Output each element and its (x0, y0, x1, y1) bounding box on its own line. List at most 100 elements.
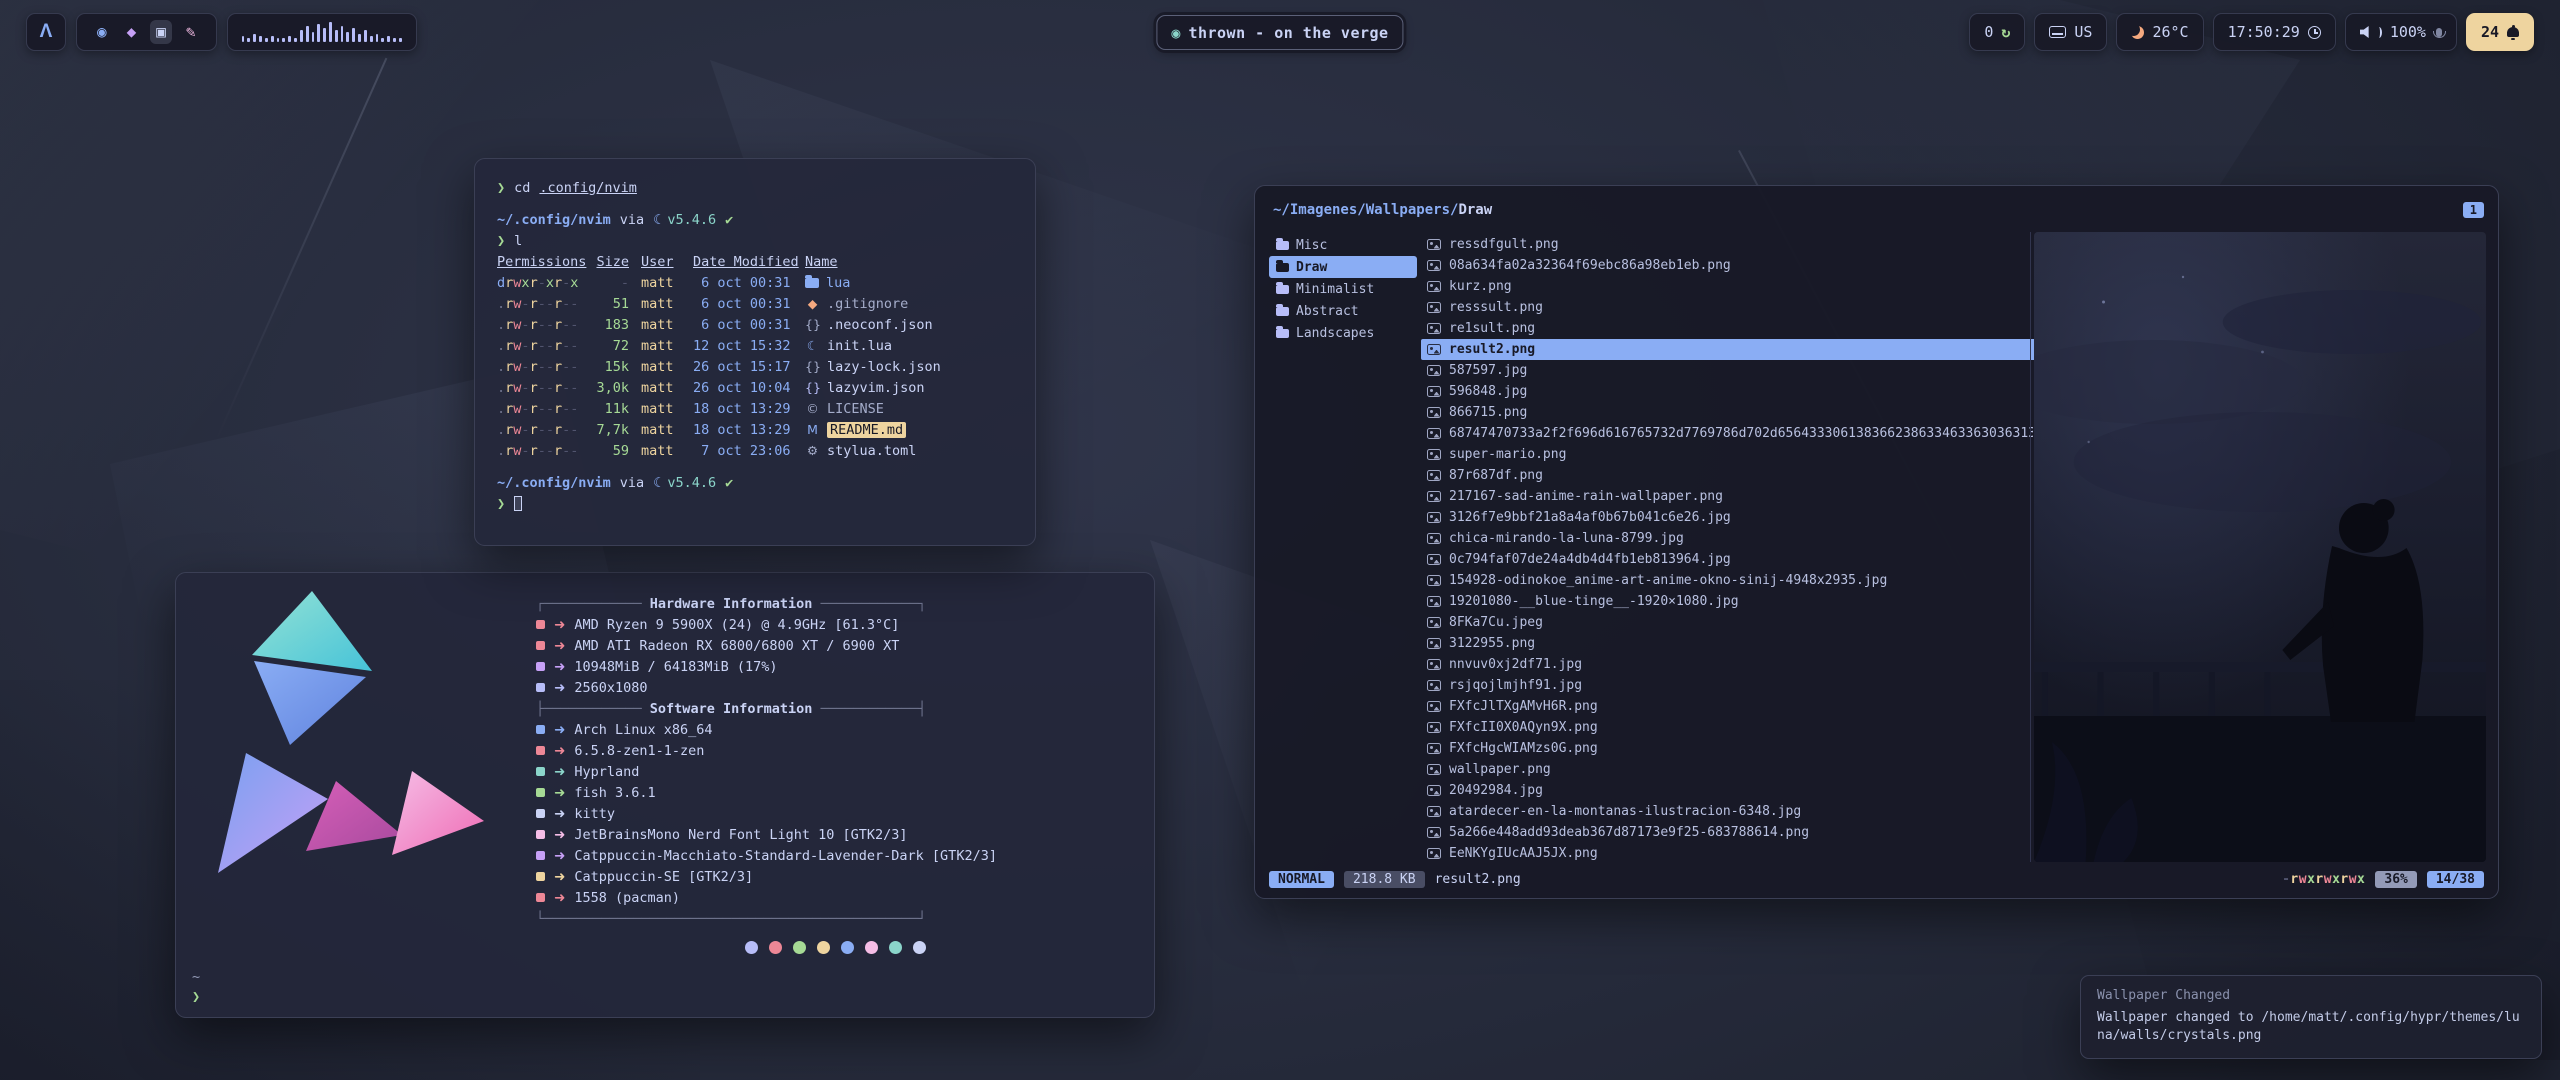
file-item[interactable]: 3126f7e9bbf21a8a4af0b67b041c6e26.jpg (1421, 507, 2039, 528)
file-item[interactable]: wallpaper.png (1421, 759, 2039, 780)
ls-row: .rw-r--r--183matt 6 oct 00:31{}.neoconf.… (497, 314, 1013, 335)
folder-name: Minimalist (1296, 282, 1374, 297)
image-file-icon (1427, 743, 1441, 754)
terminal-command-line: ❯cd.config/nvim (497, 177, 1013, 198)
file-item[interactable]: FXfcJlTXgAMvH6R.png (1421, 696, 2039, 717)
file-item[interactable]: 866715.png (1421, 402, 2039, 423)
file-item[interactable]: 3122955.png (1421, 633, 2039, 654)
file-item[interactable]: ressdfgult.png (1421, 234, 2039, 255)
file-item[interactable]: re1sult.png (1421, 318, 2039, 339)
file-name: lazyvim.json (827, 380, 925, 396)
file-item[interactable]: 68747470733a2f2f696d616765732d7769786d70… (1421, 423, 2039, 444)
arrow-icon: ➜ (554, 638, 565, 654)
visualizer-bar (376, 34, 379, 42)
file-item[interactable]: 596848.jpg (1421, 381, 2039, 402)
weather-module[interactable]: 26°C (2116, 13, 2203, 51)
info-text: Hyprland (574, 764, 639, 780)
workspace-button-1[interactable]: ◉ (91, 20, 113, 44)
sidebar-folder-landscapes[interactable]: Landscapes (1269, 322, 1417, 344)
keyboard-layout-module[interactable]: US (2034, 13, 2107, 51)
file-name: 68747470733a2f2f696d616765732d7769786d70… (1449, 426, 2033, 441)
file-name: resssult.png (1449, 300, 1543, 315)
file-item[interactable]: 8FKa7Cu.jpeg (1421, 612, 2039, 633)
file-item[interactable]: 154928-odinokoe_anime-art-anime-okno-sin… (1421, 570, 2039, 591)
prompt-path: ~/.config/nvim (497, 475, 611, 491)
tool-version: v5.4.6 (667, 212, 716, 228)
visualizer-bar (259, 36, 262, 42)
file-item[interactable]: FXfcII0X0AQyn9X.png (1421, 717, 2039, 738)
notification-popup[interactable]: Wallpaper Changed Wallpaper changed to /… (2080, 975, 2542, 1059)
file-item[interactable]: atardecer-en-la-montanas-ilustracion-634… (1421, 801, 2039, 822)
music-icon: ◉ (1171, 24, 1180, 42)
sidebar-folder-misc[interactable]: Misc (1269, 234, 1417, 256)
image-file-icon (1427, 365, 1441, 376)
palette-dot (865, 941, 878, 954)
file-name: result2.png (1449, 342, 1535, 357)
file-item[interactable]: 0c794faf07de24a4db4d4fb1eb813964.jpg (1421, 549, 2039, 570)
terminal-command-line: ❯l (497, 230, 1013, 251)
file-item[interactable]: result2.png (1421, 339, 2039, 360)
workspace-button-4[interactable]: ✎ (180, 20, 202, 44)
info-line: ➜Arch Linux x86_64 (536, 719, 1134, 740)
font-icon (536, 830, 545, 839)
file-name: .gitignore (827, 296, 908, 312)
folder-icon (1276, 263, 1289, 272)
clock-module[interactable]: 17:50:29 (2213, 13, 2336, 51)
file-item[interactable]: FXfcHgcWIAMzs0G.png (1421, 738, 2039, 759)
file-item[interactable]: 19201080-__blue-tinge__-1920×1080.jpg (1421, 591, 2039, 612)
info-line: ➜10948MiB / 64183MiB (17%) (536, 656, 1134, 677)
file-list-pane: ressdfgult.png08a634fa02a32364f69ebc86a9… (1421, 234, 2039, 860)
sidebar-folder-abstract[interactable]: Abstract (1269, 300, 1417, 322)
folder-icon (1276, 307, 1289, 316)
file-name: 8FKa7Cu.jpeg (1449, 615, 1543, 630)
sidebar-folder-draw[interactable]: Draw (1269, 256, 1417, 278)
parent-directory-pane: MiscDraw Minimalist AbstractLandscapes (1269, 234, 1417, 860)
file-item[interactable]: 5a266e448add93deab367d87173e9f25-6837886… (1421, 822, 2039, 843)
image-file-icon (1427, 659, 1441, 670)
notifications-module[interactable]: 24 (2466, 13, 2534, 51)
status-filename: result2.png (1435, 872, 1521, 887)
file-item[interactable]: 87r687df.png (1421, 465, 2039, 486)
file-item[interactable]: 217167-sad-anime-rain-wallpaper.png (1421, 486, 2039, 507)
sidebar-folder-minimalist[interactable]: Minimalist (1269, 278, 1417, 300)
file-item[interactable]: kurz.png (1421, 276, 2039, 297)
music-module[interactable]: ◉ thrown - on the verge (1156, 15, 1403, 50)
file-item[interactable]: nnvuv0xj2df71.jpg (1421, 654, 2039, 675)
file-item[interactable]: resssult.png (1421, 297, 2039, 318)
speaker-wave-icon (2376, 27, 2382, 38)
folder-icon (1276, 329, 1289, 338)
palette-dot (817, 941, 830, 954)
fetch-shell-prompt[interactable]: ~ ❯ (192, 967, 200, 1007)
volume-module[interactable]: 100% (2345, 13, 2457, 51)
lua-icon: ☾ (653, 212, 661, 228)
notification-count: 24 (2481, 23, 2499, 41)
file-item[interactable]: 587597.jpg (1421, 360, 2039, 381)
lua-icon: ☾ (805, 338, 820, 353)
palette-dot (745, 941, 758, 954)
image-file-icon (1427, 848, 1441, 859)
tab-badge[interactable]: 1 (2463, 202, 2484, 218)
file-item[interactable]: 20492984.jpg (1421, 780, 2039, 801)
file-item[interactable]: chica-mirando-la-luna-8799.jpg (1421, 528, 2039, 549)
updates-module[interactable]: 0 ↻ (1969, 13, 2025, 51)
gpu-icon (536, 641, 545, 650)
ls-column-headers: PermissionsSizeUserDate ModifiedName (497, 251, 1013, 272)
workspace-button-3[interactable]: ▣ (150, 20, 172, 44)
icon-theme-icon (536, 872, 545, 881)
launcher-button[interactable]: Λ (26, 13, 66, 51)
file-item[interactable]: 08a634fa02a32364f69ebc86a98eb1eb.png (1421, 255, 2039, 276)
file-item[interactable]: super-mario.png (1421, 444, 2039, 465)
image-file-icon (1427, 617, 1441, 628)
bell-icon (2507, 27, 2519, 37)
preview-pane (2030, 232, 2486, 862)
git-icon: ◆ (805, 296, 820, 311)
info-line: ➜Catppuccin-Macchiato-Standard-Lavender-… (536, 845, 1134, 866)
terminal-input-line[interactable]: ❯ (497, 493, 1013, 514)
file-item[interactable]: rsjqojlmjhf91.jpg (1421, 675, 2039, 696)
file-item[interactable]: EeNKYgIUcAAJ5JX.png (1421, 843, 2039, 860)
info-line: ➜Catppuccin-SE [GTK2/3] (536, 866, 1134, 887)
workspace-button-2[interactable]: ◆ (121, 20, 143, 44)
image-file-icon (1427, 638, 1441, 649)
file-name: wallpaper.png (1449, 762, 1551, 777)
json-icon: {} (805, 317, 820, 332)
